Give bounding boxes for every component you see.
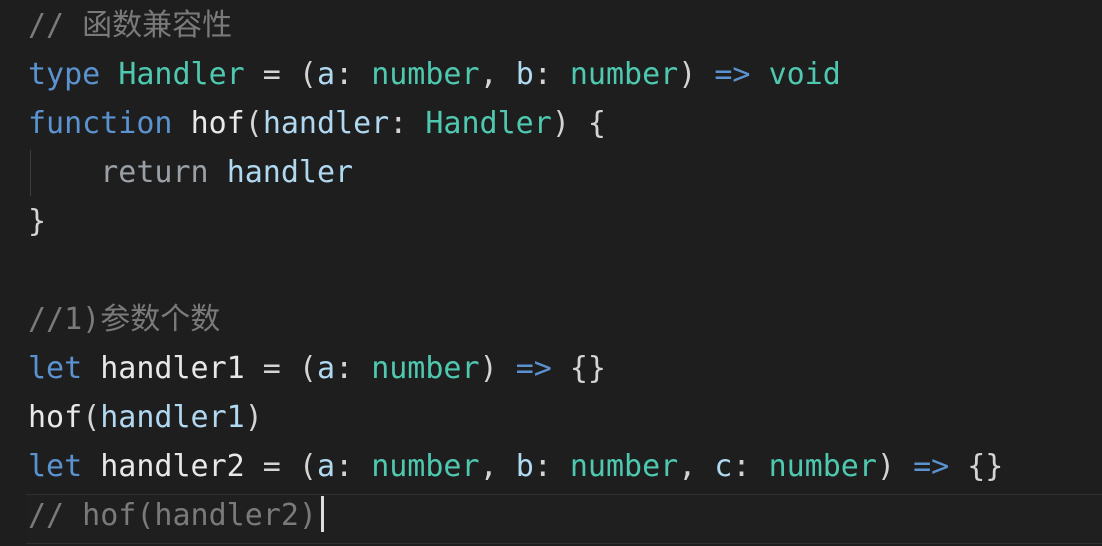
code-line-10[interactable]: let handler2 = (a: number, b: number, c:… xyxy=(28,445,1003,489)
code-token: => xyxy=(515,351,552,386)
code-token: hof xyxy=(28,400,83,435)
code-token: handler xyxy=(226,155,354,190)
code-line-3[interactable]: function hof(handler: Handler) { xyxy=(28,102,606,146)
code-token: void xyxy=(768,57,841,92)
code-token: // hof(handler2) xyxy=(28,498,317,533)
code-token: , xyxy=(678,449,715,484)
code-token: number xyxy=(371,449,480,484)
code-line-4[interactable]: return handler xyxy=(28,151,353,195)
code-line-2[interactable]: type Handler = (a: number, b: number) =>… xyxy=(28,53,841,97)
code-token: handler1 xyxy=(100,400,245,435)
code-token: = ( xyxy=(244,351,317,386)
code-token: let xyxy=(28,351,83,386)
code-token: : xyxy=(335,57,372,92)
code-token: number xyxy=(569,449,679,484)
code-token: //1)参数个数 xyxy=(28,302,221,337)
code-token: = ( xyxy=(244,57,317,92)
code-token: a xyxy=(317,351,336,386)
code-token: : xyxy=(335,351,372,386)
code-token: a xyxy=(317,57,336,92)
code-token: function xyxy=(28,106,173,141)
code-token: a xyxy=(317,449,336,484)
code-line-9[interactable]: hof(handler1) xyxy=(28,396,263,440)
code-token: => xyxy=(714,57,751,92)
code-token: handler xyxy=(262,106,390,141)
code-token: ) xyxy=(244,400,263,435)
code-token: number xyxy=(569,57,679,92)
code-token: hof xyxy=(190,106,245,141)
code-token: : xyxy=(732,449,769,484)
code-token: Handler xyxy=(425,106,552,141)
code-token: {} xyxy=(551,351,606,386)
text-cursor xyxy=(320,495,324,532)
code-token: : xyxy=(335,449,372,484)
code-token: ) xyxy=(678,57,715,92)
code-token: return xyxy=(100,155,209,190)
code-token: type xyxy=(28,57,101,92)
code-token: // 函数兼容性 xyxy=(28,8,233,43)
code-token: : xyxy=(389,106,426,141)
code-token: : xyxy=(533,57,570,92)
code-line-1[interactable]: // 函数兼容性 xyxy=(28,4,232,48)
code-token: c xyxy=(714,449,733,484)
code-token: => xyxy=(913,449,950,484)
code-token: ) xyxy=(876,449,914,484)
code-token: : xyxy=(533,449,570,484)
code-token: ( xyxy=(82,400,101,435)
code-token: , xyxy=(479,57,516,92)
code-token: } xyxy=(28,204,47,239)
code-token: number xyxy=(768,449,877,484)
code-line-7[interactable]: //1)参数个数 xyxy=(28,298,220,342)
code-token: number xyxy=(371,57,480,92)
code-token: handler2 xyxy=(100,449,245,484)
code-editor[interactable]: // 函数兼容性 type Handler = (a: number, b: n… xyxy=(0,0,1102,546)
code-token: number xyxy=(371,351,480,386)
code-line-5[interactable]: } xyxy=(28,200,46,244)
code-token: let xyxy=(28,449,83,484)
code-token: ) { xyxy=(551,106,606,141)
code-token: {} xyxy=(949,449,1004,484)
code-token: , xyxy=(479,449,516,484)
code-line-8[interactable]: let handler1 = (a: number) => {} xyxy=(28,347,606,391)
code-token: b xyxy=(515,57,534,92)
code-token: ) xyxy=(479,351,516,386)
code-token: b xyxy=(515,449,534,484)
code-token: Handler xyxy=(118,57,245,92)
code-line-11[interactable]: // hof(handler2) xyxy=(28,494,324,538)
code-token: handler1 xyxy=(100,351,245,386)
code-token: ( xyxy=(244,106,263,141)
code-token: = ( xyxy=(244,449,317,484)
